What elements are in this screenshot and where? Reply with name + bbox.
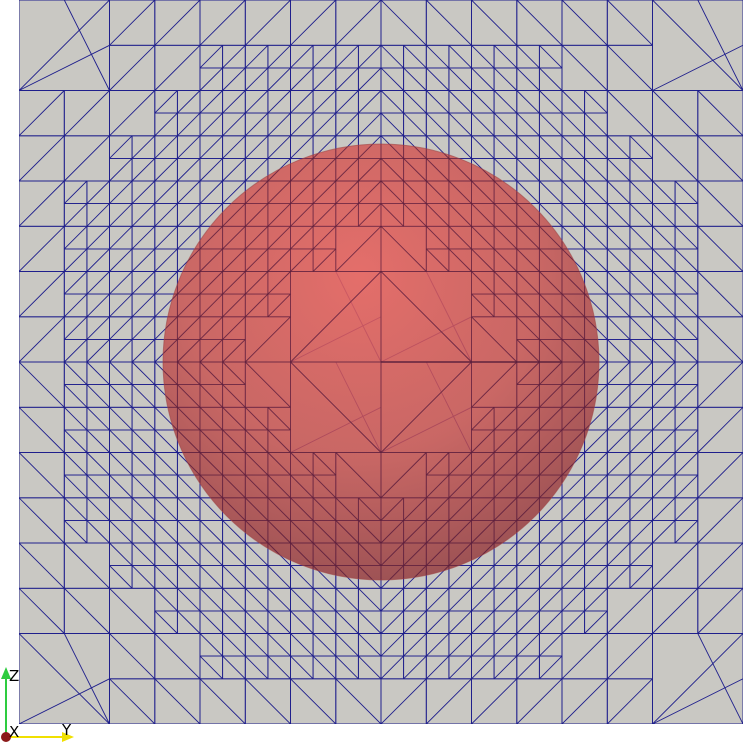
z-axis-label: Z [9,667,19,685]
render-viewport[interactable]: Z X Y [0,0,743,743]
render-canvas[interactable]: Z X Y [0,0,743,743]
x-axis-label: X [9,723,19,741]
y-axis-label: Y [61,721,72,739]
